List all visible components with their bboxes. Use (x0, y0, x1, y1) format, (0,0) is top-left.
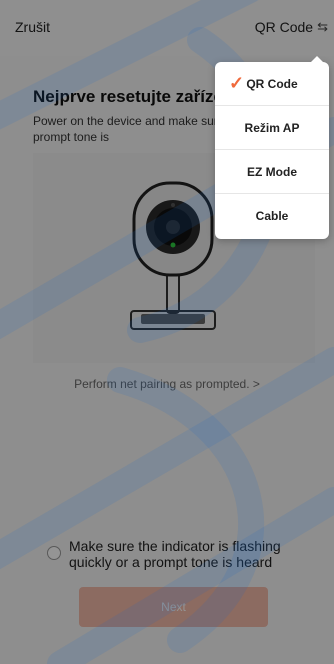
menu-item-ez-mode[interactable]: EZ Mode (215, 150, 329, 194)
menu-item-label: QR Code (246, 76, 298, 91)
mode-dropdown-menu: ✓ QR Code Režim AP EZ Mode Cable (215, 56, 329, 239)
checkmark-icon: ✓ (229, 73, 245, 93)
menu-item-label: Cable (255, 209, 289, 223)
menu-item-ap-mode[interactable]: Režim AP (215, 106, 329, 150)
menu-item-label: EZ Mode (247, 164, 297, 179)
menu-item-cable[interactable]: Cable (215, 194, 329, 238)
menu-item-label: Režim AP (244, 120, 300, 135)
menu-item-qr-code[interactable]: ✓ QR Code (215, 62, 329, 106)
